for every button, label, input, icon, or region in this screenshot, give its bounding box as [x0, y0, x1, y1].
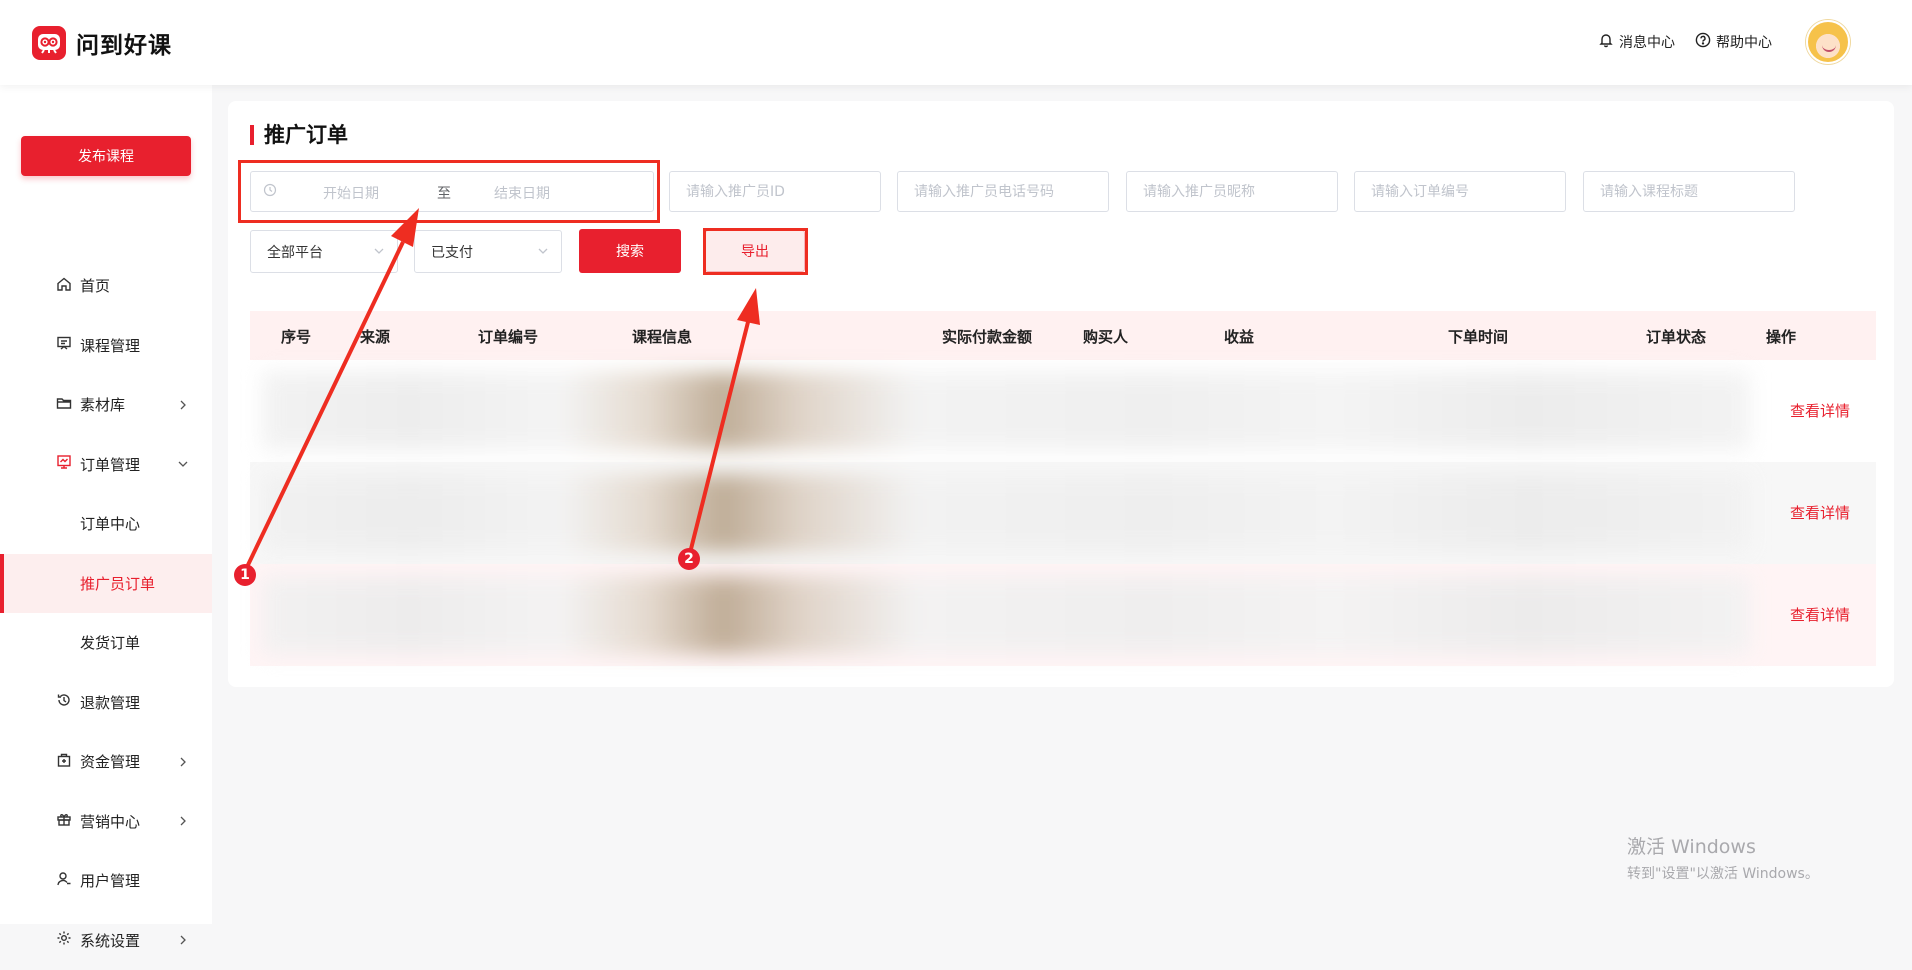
chevron-down-icon	[373, 245, 385, 261]
refund-icon	[56, 692, 72, 712]
step-1-badge: 1	[234, 564, 256, 586]
sidebar-item-promoter-orders[interactable]: 推广员订单	[0, 554, 212, 614]
order-icon	[56, 454, 72, 474]
orders-table: 序号 来源 订单编号 课程信息 实际付款金额 购买人 收益 下单时间 订单状态 …	[250, 311, 1876, 666]
app-logo[interactable]: 问到好课	[32, 26, 172, 60]
user-avatar[interactable]	[1806, 20, 1850, 64]
sidebar-item-shipping-orders[interactable]: 发货订单	[0, 613, 212, 673]
view-details-link[interactable]: 查看详情	[1790, 400, 1850, 421]
sidebar-item-order-management[interactable]: 订单管理	[0, 435, 212, 495]
wallet-icon	[56, 752, 72, 772]
view-details-link[interactable]: 查看详情	[1790, 502, 1850, 523]
main-card: 推广订单 开始日期 至 结束日期 全部平台 已支付 搜索 导出 序号 来源 订单…	[228, 101, 1894, 687]
chevron-down-icon	[178, 455, 188, 473]
column-header: 购买人	[1083, 326, 1128, 347]
sidebar-item-label: 订单管理	[80, 454, 140, 475]
course-icon	[56, 335, 72, 355]
column-header: 订单状态	[1646, 326, 1706, 347]
course-title-input[interactable]	[1583, 171, 1795, 212]
blurred-row-content	[262, 372, 1750, 450]
sidebar-item-label: 推广员订单	[80, 573, 155, 594]
column-header: 收益	[1224, 326, 1254, 347]
pay-status-select-value: 已支付	[431, 242, 473, 262]
sidebar-item-label: 素材库	[80, 394, 125, 415]
table-header: 序号 来源 订单编号 课程信息 实际付款金额 购买人 收益 下单时间 订单状态 …	[250, 311, 1876, 360]
windows-activation-watermark: 激活 Windows 转到"设置"以激活 Windows。	[1627, 832, 1819, 883]
sidebar-item-label: 课程管理	[80, 335, 140, 356]
sidebar-item-label: 资金管理	[80, 751, 140, 772]
message-center-label: 消息中心	[1619, 32, 1675, 52]
sidebar: 发布课程 首页 课程管理 素材库 订单管理	[0, 85, 212, 924]
promoter-nickname-input[interactable]	[1126, 171, 1338, 212]
header-actions: 消息中心 帮助中心	[1598, 20, 1850, 64]
sidebar-item-material-library[interactable]: 素材库	[0, 375, 212, 435]
watermark-title: 激活 Windows	[1627, 832, 1819, 859]
help-circle-icon	[1695, 32, 1716, 52]
top-header: 问到好课 消息中心 帮助中心	[0, 0, 1912, 85]
sidebar-item-course-management[interactable]: 课程管理	[0, 316, 212, 376]
column-header: 序号	[281, 326, 311, 347]
bell-icon	[1598, 32, 1619, 52]
order-number-input[interactable]	[1354, 171, 1566, 212]
promoter-phone-input[interactable]	[897, 171, 1109, 212]
sidebar-item-marketing-center[interactable]: 营销中心	[0, 792, 212, 852]
chevron-right-icon	[178, 931, 188, 949]
column-header: 操作	[1766, 326, 1796, 347]
sidebar-item-order-center[interactable]: 订单中心	[0, 494, 212, 554]
date-range-highlight-box	[238, 160, 660, 223]
help-center-link[interactable]: 帮助中心	[1695, 32, 1772, 52]
table-row: 查看详情	[250, 564, 1876, 666]
gear-icon	[56, 930, 72, 950]
sidebar-item-refund-management[interactable]: 退款管理	[0, 673, 212, 733]
sidebar-item-label: 营销中心	[80, 811, 140, 832]
promoter-id-input[interactable]	[669, 171, 881, 212]
column-header: 来源	[360, 326, 390, 347]
column-header: 课程信息	[632, 326, 692, 347]
sidebar-item-label: 发货订单	[80, 632, 140, 653]
sidebar-item-label: 退款管理	[80, 692, 140, 713]
pay-status-select[interactable]: 已支付	[414, 230, 562, 273]
sidebar-menu: 首页 课程管理 素材库 订单管理 订单中心	[0, 256, 212, 970]
blurred-row-content	[262, 474, 1750, 552]
sidebar-item-system-settings[interactable]: 系统设置	[0, 911, 212, 970]
export-highlight-box	[703, 228, 808, 275]
sidebar-item-label: 订单中心	[80, 513, 140, 534]
message-center-link[interactable]: 消息中心	[1598, 32, 1675, 52]
watermark-subtitle: 转到"设置"以激活 Windows。	[1627, 863, 1819, 883]
sidebar-item-fund-management[interactable]: 资金管理	[0, 732, 212, 792]
column-header: 实际付款金额	[942, 326, 1032, 347]
help-center-label: 帮助中心	[1716, 32, 1772, 52]
view-details-link[interactable]: 查看详情	[1790, 604, 1850, 625]
chevron-right-icon	[178, 812, 188, 830]
app-name: 问到好课	[76, 26, 172, 60]
sidebar-item-label: 系统设置	[80, 930, 140, 951]
step-2-badge: 2	[678, 548, 700, 570]
chevron-down-icon	[537, 245, 549, 261]
sidebar-item-home[interactable]: 首页	[0, 256, 212, 316]
page-title: 推广订单	[250, 123, 348, 147]
chevron-right-icon	[178, 396, 188, 414]
column-header: 下单时间	[1448, 326, 1508, 347]
gift-icon	[56, 811, 72, 831]
platform-select-value: 全部平台	[267, 242, 323, 262]
chevron-right-icon	[178, 753, 188, 771]
user-icon	[56, 871, 72, 891]
folder-icon	[56, 395, 72, 415]
column-header: 订单编号	[478, 326, 538, 347]
table-row: 查看详情	[250, 462, 1876, 564]
blurred-row-content	[262, 576, 1750, 654]
sidebar-item-label: 首页	[80, 275, 110, 296]
sidebar-item-label: 用户管理	[80, 870, 140, 891]
table-row: 查看详情	[250, 360, 1876, 462]
logo-mark-icon	[32, 26, 66, 60]
platform-select[interactable]: 全部平台	[250, 230, 398, 273]
home-icon	[56, 276, 72, 296]
search-button[interactable]: 搜索	[579, 229, 681, 273]
sidebar-item-user-management[interactable]: 用户管理	[0, 851, 212, 911]
publish-course-button[interactable]: 发布课程	[21, 136, 191, 176]
